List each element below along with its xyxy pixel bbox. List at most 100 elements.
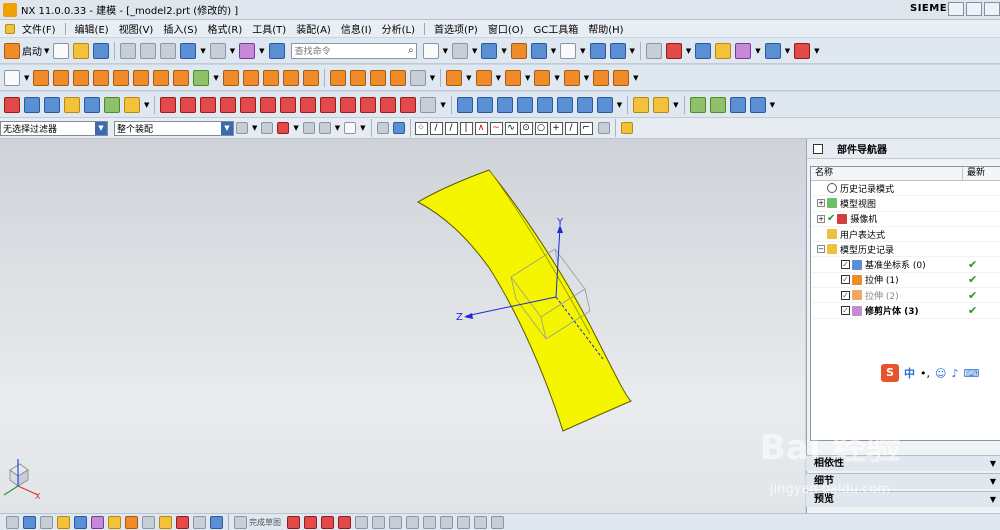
cut-icon[interactable]	[120, 42, 137, 59]
chevron-down-icon[interactable]: ▼	[630, 47, 635, 55]
datum-axis-icon[interactable]	[44, 96, 60, 113]
menu-window[interactable]: 窗口(O)	[483, 21, 529, 36]
chevron-down-icon[interactable]: ▼	[230, 47, 235, 55]
report-icon[interactable]	[729, 96, 746, 113]
ime-lang[interactable]: 中	[904, 365, 915, 381]
search-icon[interactable]: ⌕	[408, 45, 414, 56]
chevron-down-icon[interactable]: ▼	[443, 47, 448, 55]
emoji-icon[interactable]: ☺	[935, 367, 946, 380]
chevron-down-icon[interactable]: ▼	[686, 47, 691, 55]
chevron-down-icon[interactable]: ▼	[472, 47, 477, 55]
mirror-icon[interactable]	[475, 69, 492, 86]
chevron-down-icon[interactable]: ▼	[814, 47, 819, 55]
polygon-icon[interactable]	[389, 515, 402, 529]
sketch-icon[interactable]	[4, 69, 20, 86]
chevron-down-icon[interactable]: ▼	[293, 124, 298, 132]
text-curve-icon[interactable]	[320, 96, 337, 113]
keyboard-icon[interactable]: ⌨	[964, 367, 980, 380]
save-icon[interactable]	[93, 42, 110, 59]
paste-icon[interactable]	[160, 42, 177, 59]
bridge-curve-icon[interactable]	[420, 96, 437, 113]
delete-face-icon[interactable]	[593, 69, 610, 86]
menu-info[interactable]: 信息(I)	[336, 21, 377, 36]
column-name[interactable]: 名称	[811, 167, 963, 180]
rotate-view-icon[interactable]	[451, 42, 468, 59]
extend-icon[interactable]	[440, 515, 453, 529]
microphone-icon[interactable]: ♪	[951, 367, 958, 380]
chevron-down-icon[interactable]: ▼	[525, 74, 530, 82]
analysis-icon[interactable]	[665, 42, 682, 59]
menu-edit[interactable]: 编辑(E)	[70, 21, 114, 36]
tree-row-trim-sheet[interactable]: ✓ 修剪片体 (3) ✔	[811, 303, 1000, 319]
split-body-icon[interactable]	[282, 69, 299, 86]
through-mesh-icon[interactable]	[496, 96, 513, 113]
line-icon[interactable]	[304, 515, 317, 529]
draft-icon[interactable]	[369, 69, 386, 86]
curve-rule-icon[interactable]	[302, 122, 315, 134]
shell-icon[interactable]	[349, 69, 366, 86]
redo-icon[interactable]	[209, 42, 226, 59]
undo-icon[interactable]	[180, 42, 197, 59]
point-icon[interactable]	[64, 96, 80, 113]
display-mode-icon[interactable]	[560, 42, 577, 59]
tool-icon[interactable]	[57, 515, 70, 529]
fillet-icon[interactable]	[355, 515, 368, 529]
tool-icon[interactable]	[142, 515, 155, 529]
open-folder-icon[interactable]	[73, 42, 90, 59]
axis-icon[interactable]	[764, 42, 781, 59]
command-search-input[interactable]: 查找命令 ⌕	[290, 42, 417, 59]
validate-icon[interactable]	[709, 96, 726, 113]
arc-icon[interactable]	[321, 515, 334, 529]
tool-icon[interactable]	[193, 515, 206, 529]
chevron-down-icon[interactable]: ▼	[200, 47, 205, 55]
surface-icon[interactable]	[456, 96, 473, 113]
face-rule-icon[interactable]	[318, 122, 331, 134]
shaded-edges-icon[interactable]	[392, 122, 405, 134]
swept-icon[interactable]	[516, 96, 533, 113]
visibility-checkbox[interactable]: ✓	[841, 275, 850, 285]
chevron-down-icon[interactable]: ▼	[252, 124, 257, 132]
block-icon[interactable]	[73, 69, 90, 86]
menu-tools[interactable]: 工具(T)	[247, 21, 291, 36]
intersection-curve-icon[interactable]	[380, 96, 397, 113]
sew-icon[interactable]	[504, 69, 521, 86]
visibility-checkbox[interactable]: ✓	[841, 306, 850, 316]
chevron-down-icon[interactable]: ▼	[617, 101, 622, 109]
tool-icon[interactable]	[23, 515, 36, 529]
snap-endpoint-icon[interactable]: ⁘	[414, 121, 428, 135]
plane-icon[interactable]	[84, 96, 100, 113]
ime-toolbar[interactable]: S 中 •, ☺ ♪ ⌨	[879, 363, 999, 383]
csys-tool-icon[interactable]	[749, 96, 766, 113]
arc-icon[interactable]	[180, 96, 197, 113]
chevron-down-icon[interactable]: ▼	[360, 124, 365, 132]
visibility-checkbox[interactable]: ✓	[841, 290, 850, 300]
bounded-plane-icon[interactable]	[556, 96, 573, 113]
profile-icon[interactable]	[287, 515, 300, 529]
expression-icon[interactable]	[124, 96, 140, 113]
select-feature-icon[interactable]	[277, 122, 290, 134]
tree-row-history-mode[interactable]: 历史记录模式	[811, 181, 1000, 197]
chevron-down-icon[interactable]: ▼	[990, 474, 996, 489]
tool-icon[interactable]	[108, 515, 121, 529]
tool-icon[interactable]	[40, 515, 53, 529]
tool-icon[interactable]	[6, 515, 19, 529]
intersect-icon[interactable]	[242, 69, 259, 86]
revolve-icon[interactable]	[53, 69, 70, 86]
pattern-icon[interactable]	[446, 69, 463, 86]
corner-icon[interactable]	[457, 515, 470, 529]
patch-icon[interactable]	[534, 69, 551, 86]
trim-icon[interactable]	[423, 515, 436, 529]
snap-quadrant-icon[interactable]: ○	[534, 121, 548, 135]
assembly-icon[interactable]	[633, 96, 650, 113]
repeat-command-icon[interactable]	[239, 42, 256, 59]
menu-preferences[interactable]: 首选项(P)	[429, 21, 483, 36]
tool-icon[interactable]	[210, 515, 223, 529]
hole-icon[interactable]	[153, 69, 170, 86]
chevron-down-icon[interactable]: ▼	[990, 492, 996, 507]
chevron-down-icon[interactable]: ▼	[584, 74, 589, 82]
selection-priority-icon[interactable]	[620, 122, 633, 134]
chevron-down-icon[interactable]: ▼	[633, 74, 638, 82]
tool-icon[interactable]	[715, 42, 732, 59]
copy-icon[interactable]	[140, 42, 157, 59]
type-filter-select[interactable]: 无选择过滤器 ▼	[0, 120, 108, 136]
